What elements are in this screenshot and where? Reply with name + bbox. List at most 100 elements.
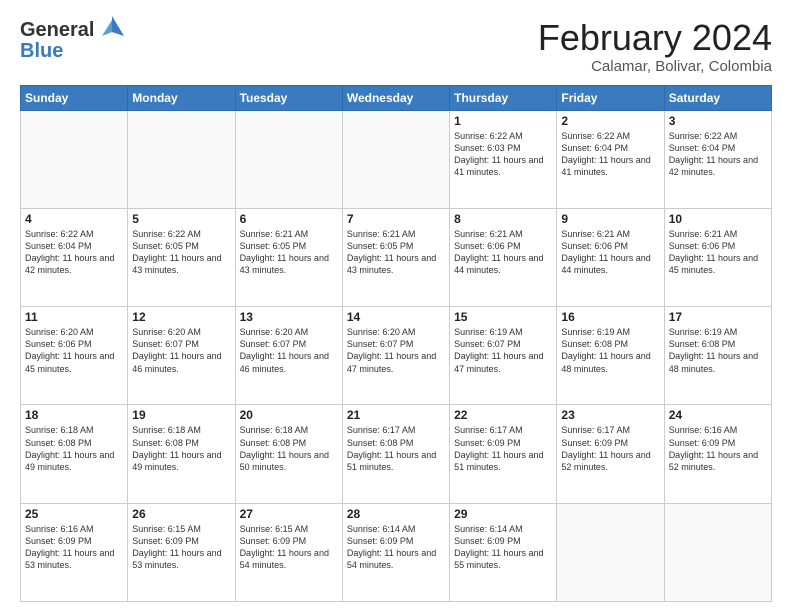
week-row-4: 18 Sunrise: 6:18 AM Sunset: 6:08 PM Dayli…: [21, 405, 772, 503]
day-info: Sunrise: 6:20 AM Sunset: 6:07 PM Dayligh…: [132, 326, 230, 375]
day-info: Sunrise: 6:15 AM Sunset: 6:09 PM Dayligh…: [132, 523, 230, 572]
header: General Blue February 2024 Calamar, Boli…: [20, 18, 772, 75]
day-info: Sunrise: 6:20 AM Sunset: 6:06 PM Dayligh…: [25, 326, 123, 375]
day-number: 14: [347, 310, 445, 324]
calendar-cell: 5Sunrise: 6:22 AM Sunset: 6:05 PM Daylig…: [128, 208, 235, 306]
day-number: 24: [669, 408, 767, 422]
header-wednesday: Wednesday: [342, 85, 449, 110]
week-row-3: 11 Sunrise: 6:20 AM Sunset: 6:06 PM Dayli…: [21, 307, 772, 405]
day-number: 9: [561, 212, 659, 226]
calendar-cell: 26 Sunrise: 6:15 AM Sunset: 6:09 PM Dayli…: [128, 503, 235, 601]
day-number: 29: [454, 507, 552, 521]
calendar-cell: 29 Sunrise: 6:14 AM Sunset: 6:09 PM Dayli…: [450, 503, 557, 601]
calendar-cell: 2 Sunrise: 6:22 AM Sunset: 6:04 PM Daylig…: [557, 110, 664, 208]
main-title: February 2024: [538, 18, 772, 58]
header-monday: Monday: [128, 85, 235, 110]
logo-sail-icon: [98, 14, 126, 42]
calendar-cell: 24Sunrise: 6:16 AM Sunset: 6:09 PM Dayli…: [664, 405, 771, 503]
calendar-cell: 4 Sunrise: 6:22 AM Sunset: 6:04 PM Daylig…: [21, 208, 128, 306]
calendar-cell: 15Sunrise: 6:19 AM Sunset: 6:07 PM Dayli…: [450, 307, 557, 405]
calendar-cell: 9Sunrise: 6:21 AM Sunset: 6:06 PM Daylig…: [557, 208, 664, 306]
day-info: Sunrise: 6:22 AM Sunset: 6:04 PM Dayligh…: [561, 130, 659, 179]
calendar-cell: 7 Sunrise: 6:21 AM Sunset: 6:05 PM Daylig…: [342, 208, 449, 306]
day-number: 3: [669, 114, 767, 128]
header-friday: Friday: [557, 85, 664, 110]
calendar-cell: 14 Sunrise: 6:20 AM Sunset: 6:07 PM Dayli…: [342, 307, 449, 405]
header-saturday: Saturday: [664, 85, 771, 110]
calendar-cell: 27Sunrise: 6:15 AM Sunset: 6:09 PM Dayli…: [235, 503, 342, 601]
day-number: 25: [25, 507, 123, 521]
calendar-cell: 21 Sunrise: 6:17 AM Sunset: 6:08 PM Dayli…: [342, 405, 449, 503]
calendar-cell: [342, 110, 449, 208]
calendar-cell: 6 Sunrise: 6:21 AM Sunset: 6:05 PM Daylig…: [235, 208, 342, 306]
day-number: 16: [561, 310, 659, 324]
day-number: 11: [25, 310, 123, 324]
day-info: Sunrise: 6:17 AM Sunset: 6:09 PM Dayligh…: [454, 424, 552, 473]
day-number: 13: [240, 310, 338, 324]
calendar-cell: 23Sunrise: 6:17 AM Sunset: 6:09 PM Dayli…: [557, 405, 664, 503]
day-info: Sunrise: 6:20 AM Sunset: 6:07 PM Dayligh…: [347, 326, 445, 375]
calendar-cell: 10Sunrise: 6:21 AM Sunset: 6:06 PM Dayli…: [664, 208, 771, 306]
week-row-2: 4 Sunrise: 6:22 AM Sunset: 6:04 PM Daylig…: [21, 208, 772, 306]
day-number: 5: [132, 212, 230, 226]
header-tuesday: Tuesday: [235, 85, 342, 110]
calendar-cell: [664, 503, 771, 601]
day-number: 18: [25, 408, 123, 422]
day-info: Sunrise: 6:22 AM Sunset: 6:03 PM Dayligh…: [454, 130, 552, 179]
day-info: Sunrise: 6:21 AM Sunset: 6:05 PM Dayligh…: [347, 228, 445, 277]
day-number: 19: [132, 408, 230, 422]
day-info: Sunrise: 6:21 AM Sunset: 6:06 PM Dayligh…: [454, 228, 552, 277]
calendar-cell: 22 Sunrise: 6:17 AM Sunset: 6:09 PM Dayli…: [450, 405, 557, 503]
calendar-cell: [235, 110, 342, 208]
week-row-5: 25Sunrise: 6:16 AM Sunset: 6:09 PM Dayli…: [21, 503, 772, 601]
day-number: 7: [347, 212, 445, 226]
day-number: 26: [132, 507, 230, 521]
calendar-cell: 3Sunrise: 6:22 AM Sunset: 6:04 PM Daylig…: [664, 110, 771, 208]
calendar: Sunday Monday Tuesday Wednesday Thursday…: [20, 85, 772, 602]
page: General Blue February 2024 Calamar, Boli…: [0, 0, 792, 612]
calendar-cell: 11 Sunrise: 6:20 AM Sunset: 6:06 PM Dayli…: [21, 307, 128, 405]
calendar-cell: 18Sunrise: 6:18 AM Sunset: 6:08 PM Dayli…: [21, 405, 128, 503]
logo-general-text: General: [20, 19, 94, 41]
logo-blue-text: Blue: [20, 40, 126, 62]
day-number: 8: [454, 212, 552, 226]
weekday-header-row: Sunday Monday Tuesday Wednesday Thursday…: [21, 85, 772, 110]
calendar-cell: [557, 503, 664, 601]
day-number: 12: [132, 310, 230, 324]
day-info: Sunrise: 6:14 AM Sunset: 6:09 PM Dayligh…: [454, 523, 552, 572]
day-info: Sunrise: 6:22 AM Sunset: 6:04 PM Dayligh…: [25, 228, 123, 277]
day-number: 15: [454, 310, 552, 324]
day-number: 20: [240, 408, 338, 422]
calendar-cell: [21, 110, 128, 208]
calendar-cell: 28 Sunrise: 6:14 AM Sunset: 6:09 PM Dayli…: [342, 503, 449, 601]
day-info: Sunrise: 6:14 AM Sunset: 6:09 PM Dayligh…: [347, 523, 445, 572]
header-thursday: Thursday: [450, 85, 557, 110]
title-block: February 2024 Calamar, Bolivar, Colombia: [538, 18, 772, 75]
calendar-cell: 20 Sunrise: 6:18 AM Sunset: 6:08 PM Dayli…: [235, 405, 342, 503]
day-number: 4: [25, 212, 123, 226]
day-info: Sunrise: 6:21 AM Sunset: 6:05 PM Dayligh…: [240, 228, 338, 277]
day-number: 21: [347, 408, 445, 422]
calendar-body: 1 Sunrise: 6:22 AM Sunset: 6:03 PM Daylig…: [21, 110, 772, 601]
subtitle: Calamar, Bolivar, Colombia: [538, 58, 772, 75]
day-info: Sunrise: 6:17 AM Sunset: 6:09 PM Dayligh…: [561, 424, 659, 473]
calendar-cell: 1 Sunrise: 6:22 AM Sunset: 6:03 PM Daylig…: [450, 110, 557, 208]
day-info: Sunrise: 6:18 AM Sunset: 6:08 PM Dayligh…: [132, 424, 230, 473]
week-row-1: 1 Sunrise: 6:22 AM Sunset: 6:03 PM Daylig…: [21, 110, 772, 208]
calendar-cell: 19 Sunrise: 6:18 AM Sunset: 6:08 PM Dayli…: [128, 405, 235, 503]
day-number: 28: [347, 507, 445, 521]
day-info: Sunrise: 6:18 AM Sunset: 6:08 PM Dayligh…: [240, 424, 338, 473]
day-info: Sunrise: 6:17 AM Sunset: 6:08 PM Dayligh…: [347, 424, 445, 473]
calendar-cell: 12 Sunrise: 6:20 AM Sunset: 6:07 PM Dayli…: [128, 307, 235, 405]
day-number: 6: [240, 212, 338, 226]
calendar-cell: 17Sunrise: 6:19 AM Sunset: 6:08 PM Dayli…: [664, 307, 771, 405]
day-number: 1: [454, 114, 552, 128]
day-number: 2: [561, 114, 659, 128]
logo: General Blue: [20, 18, 126, 62]
calendar-cell: 25Sunrise: 6:16 AM Sunset: 6:09 PM Dayli…: [21, 503, 128, 601]
day-info: Sunrise: 6:19 AM Sunset: 6:08 PM Dayligh…: [561, 326, 659, 375]
header-sunday: Sunday: [21, 85, 128, 110]
calendar-cell: [128, 110, 235, 208]
day-number: 22: [454, 408, 552, 422]
day-number: 27: [240, 507, 338, 521]
